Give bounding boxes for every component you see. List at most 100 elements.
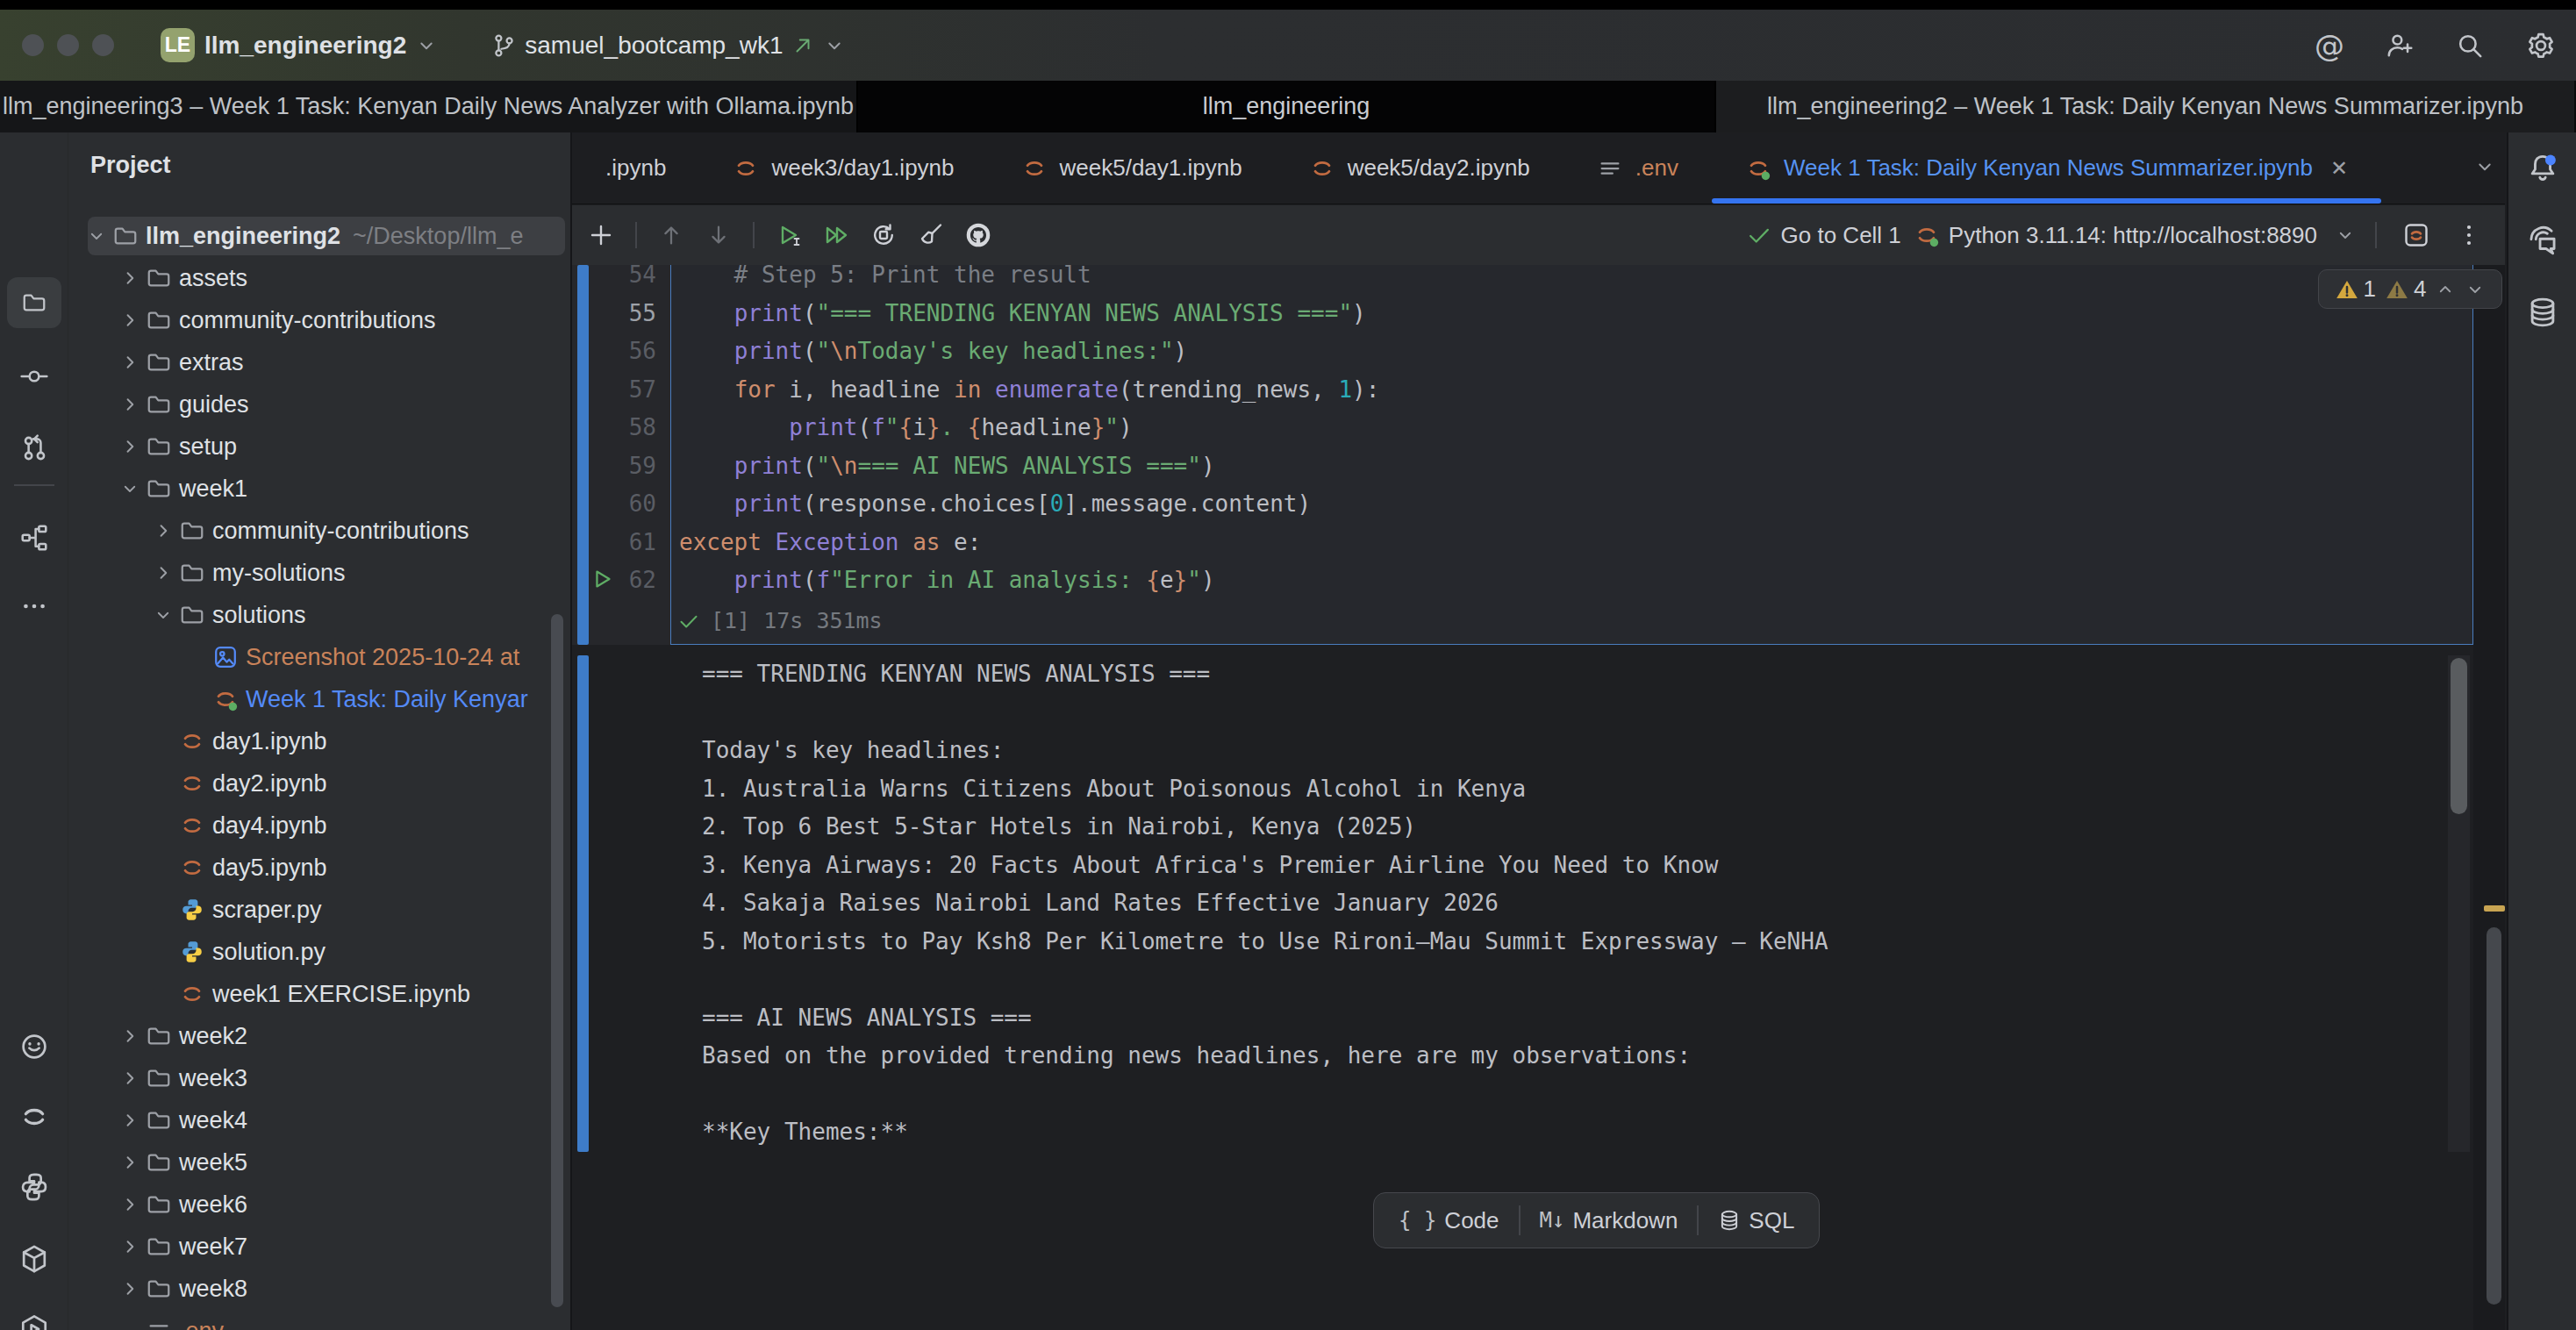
chevron-right-icon[interactable] (114, 267, 146, 290)
tree-folder-solutions[interactable]: solutions (68, 594, 570, 636)
tree-file-day2.ipynb[interactable]: day2.ipynb (68, 762, 570, 804)
tree-file-day5.ipynb[interactable]: day5.ipynb (68, 847, 570, 889)
chevron-right-icon[interactable] (114, 1109, 146, 1132)
window-controls[interactable] (22, 34, 114, 56)
chevron-right-icon[interactable] (114, 393, 146, 416)
chevron-right-icon[interactable] (114, 1235, 146, 1258)
settings-icon[interactable] (2525, 30, 2557, 61)
tree-folder-community-contributions[interactable]: community-contributions (68, 299, 570, 341)
run-cell-button[interactable] (769, 215, 809, 255)
tree-folder-week1[interactable]: week1 (68, 468, 570, 510)
tree-file-solution.py[interactable]: solution.py (68, 931, 570, 973)
editor-tab-week3/day1.ipynb[interactable]: week3/day1.ipynb (699, 132, 987, 204)
tree-folder-setup[interactable]: setup (68, 425, 570, 468)
ai-chat-icon[interactable] (2526, 224, 2559, 257)
project-badge[interactable]: LE (161, 28, 195, 62)
window-tab-2[interactable]: llm_engineering (858, 81, 1716, 132)
add-user-icon[interactable] (2385, 31, 2415, 61)
chevron-down-icon[interactable] (81, 225, 112, 247)
chevron-right-icon[interactable] (114, 1193, 146, 1216)
chevron-down-icon[interactable] (147, 604, 179, 626)
chevron-right-icon[interactable] (147, 519, 179, 542)
chevron-right-icon[interactable] (114, 1025, 146, 1048)
editor-scrollbar-thumb[interactable] (2487, 927, 2501, 1305)
tree-folder-community-contributions[interactable]: community-contributions (68, 510, 570, 552)
tree-folder-llm_engineering2[interactable]: llm_engineering2~/Desktop/llm_e (68, 215, 570, 257)
tree-scrollbar-thumb[interactable] (551, 614, 563, 1307)
tree-folder-week6[interactable]: week6 (68, 1183, 570, 1226)
minimize-window-button[interactable] (57, 34, 79, 56)
chevron-right-icon[interactable] (114, 1151, 146, 1174)
code-editor[interactable]: # Step 5: Print the result print("=== TR… (679, 265, 1379, 600)
notifications-icon[interactable] (2526, 152, 2559, 185)
chevron-right-icon[interactable] (114, 435, 146, 458)
kernel-selector[interactable]: Python 3.11.14: http://localhost:8890 (1914, 222, 2356, 249)
strip-pull-request-button[interactable] (7, 423, 61, 474)
add-cell-button[interactable] (581, 215, 621, 255)
editor-tab-.env[interactable]: .env (1563, 132, 1712, 204)
next-warning-icon[interactable] (2465, 279, 2486, 300)
chevron-right-icon[interactable] (114, 1277, 146, 1300)
editor-tab-Week 1 Task: Daily Kenyan News Summarizer.ipynb[interactable]: Week 1 Task: Daily Kenyan News Summarize… (1712, 132, 2381, 204)
database-icon[interactable] (2526, 296, 2559, 329)
add-code-cell-button[interactable]: { }Code (1379, 1193, 1519, 1248)
warning-stripe-mark[interactable] (2484, 905, 2505, 912)
tree-folder-guides[interactable]: guides (68, 383, 570, 425)
tree-file-Screenshot 2025-10-24 at[interactable]: Screenshot 2025-10-24 at (68, 636, 570, 678)
tree-folder-week2[interactable]: week2 (68, 1015, 570, 1057)
chevron-right-icon[interactable] (114, 309, 146, 332)
arrow-down-button[interactable] (698, 215, 739, 255)
tree-file-day4.ipynb[interactable]: day4.ipynb (68, 804, 570, 847)
restart-kernel-button[interactable] (863, 215, 904, 255)
window-tab-1[interactable]: llm_engineering3 – Week 1 Task: Kenyan D… (0, 81, 858, 132)
chevron-right-icon[interactable] (114, 351, 146, 374)
chevron-down-icon[interactable] (114, 478, 146, 499)
branch-widget[interactable]: samuel_bootcamp_wk1 (490, 32, 846, 60)
add-sql-cell-button[interactable]: SQL (1699, 1193, 1814, 1248)
chevron-right-icon[interactable] (114, 1067, 146, 1090)
editor-tab-week5/day2.ipynb[interactable]: week5/day2.ipynb (1276, 132, 1563, 204)
tree-file-.env[interactable]: .env (68, 1310, 570, 1330)
more-vertical-icon[interactable] (2449, 215, 2489, 255)
tree-file-Week 1 Task: Daily Kenyar[interactable]: Week 1 Task: Daily Kenyar (68, 678, 570, 720)
strip-commit-button[interactable] (7, 351, 61, 402)
weak-warning-count[interactable]: 4 (2385, 275, 2426, 303)
strip-huggingface-button[interactable] (7, 1021, 61, 1072)
previous-warning-icon[interactable] (2435, 279, 2456, 300)
tree-folder-week7[interactable]: week7 (68, 1226, 570, 1268)
close-tab-icon[interactable]: ✕ (2330, 156, 2348, 181)
strip-python-gray-button[interactable] (7, 1162, 61, 1212)
run-all-button[interactable] (816, 215, 856, 255)
inspections-widget[interactable]: 14 (2318, 269, 2502, 309)
tree-folder-week5[interactable]: week5 (68, 1141, 570, 1183)
mentions-icon[interactable]: @ (2315, 28, 2344, 63)
strip-jupyter-gray-button[interactable] (7, 1091, 61, 1142)
tree-file-week1 EXERCISE.ipynb[interactable]: week1 EXERCISE.ipynb (68, 973, 570, 1015)
goto-cell-button[interactable]: Go to Cell 1 (1746, 222, 1901, 249)
project-panel-header[interactable]: Project (90, 152, 180, 179)
editor-tab-week5/day1.ipynb[interactable]: week5/day1.ipynb (988, 132, 1276, 204)
jupyter-console-icon[interactable] (2396, 215, 2436, 255)
tree-folder-week8[interactable]: week8 (68, 1268, 570, 1310)
tree-folder-week4[interactable]: week4 (68, 1099, 570, 1141)
window-tab-3[interactable]: llm_engineering2 – Week 1 Task: Daily Ke… (1716, 81, 2574, 132)
strip-project-folder-button[interactable] (7, 277, 61, 328)
tree-folder-extras[interactable]: extras (68, 341, 570, 383)
strip-more-dots-button[interactable] (7, 581, 61, 632)
github-button[interactable] (958, 215, 998, 255)
clear-outputs-button[interactable] (911, 215, 951, 255)
arrow-up-button[interactable] (651, 215, 691, 255)
tree-file-day1.ipynb[interactable]: day1.ipynb (68, 720, 570, 762)
tree-folder-assets[interactable]: assets (68, 257, 570, 299)
strip-structure-button[interactable] (7, 512, 61, 563)
tree-folder-week3[interactable]: week3 (68, 1057, 570, 1099)
close-window-button[interactable] (22, 34, 44, 56)
strip-package-button[interactable] (7, 1233, 61, 1284)
chevron-right-icon[interactable] (147, 561, 179, 584)
output-scrollbar-thumb[interactable] (2451, 658, 2467, 814)
tree-file-scraper.py[interactable]: scraper.py (68, 889, 570, 931)
strip-hexagon-play-button[interactable] (7, 1304, 61, 1330)
add-markdown-cell-button[interactable]: M↓Markdown (1521, 1193, 1698, 1248)
zoom-window-button[interactable] (92, 34, 114, 56)
editor-tab-.ipynb[interactable]: .ipynb (572, 132, 699, 204)
